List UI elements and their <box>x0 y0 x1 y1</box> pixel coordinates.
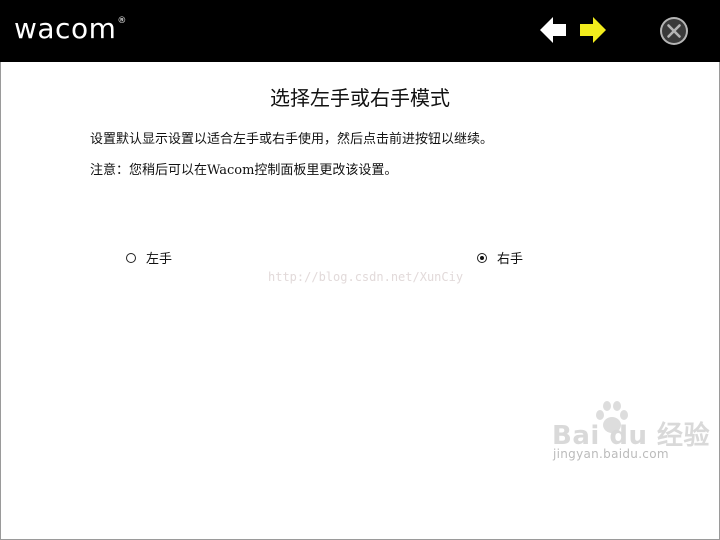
note-text: 注意：您稍后可以在Wacom控制面板里更改该设置。 <box>90 163 398 178</box>
wacom-logo: wacom® <box>14 12 127 45</box>
close-button[interactable] <box>659 16 689 46</box>
back-button[interactable] <box>538 14 568 46</box>
main-content: 选择左手或右手模式 设置默认显示设置以适合左手或右手使用，然后点击前进按钮以继续… <box>0 62 720 540</box>
radio-selected-dot <box>480 255 484 260</box>
left-hand-label: 左手 <box>146 252 173 267</box>
logo-text: wacom <box>14 12 117 45</box>
right-hand-option[interactable]: 右手 <box>477 248 523 267</box>
baidu-watermark-site: jingyan.baidu.com <box>553 447 669 461</box>
right-hand-label: 右手 <box>497 252 524 267</box>
description-text: 设置默认显示设置以适合左手或右手使用，然后点击前进按钮以继续。 <box>90 132 494 147</box>
left-hand-radio[interactable] <box>126 252 136 263</box>
close-icon <box>660 17 688 45</box>
page-title: 选择左手或右手模式 <box>270 86 450 110</box>
left-hand-option[interactable]: 左手 <box>126 248 172 267</box>
arrow-left-icon <box>540 17 566 43</box>
trademark-symbol: ® <box>117 16 127 26</box>
arrow-right-icon <box>580 17 606 43</box>
watermark-url: http://blog.csdn.net/XunCiy <box>268 270 464 284</box>
next-button[interactable] <box>578 14 608 46</box>
right-hand-radio[interactable] <box>477 252 487 263</box>
header-bar: wacom® <box>0 0 720 62</box>
